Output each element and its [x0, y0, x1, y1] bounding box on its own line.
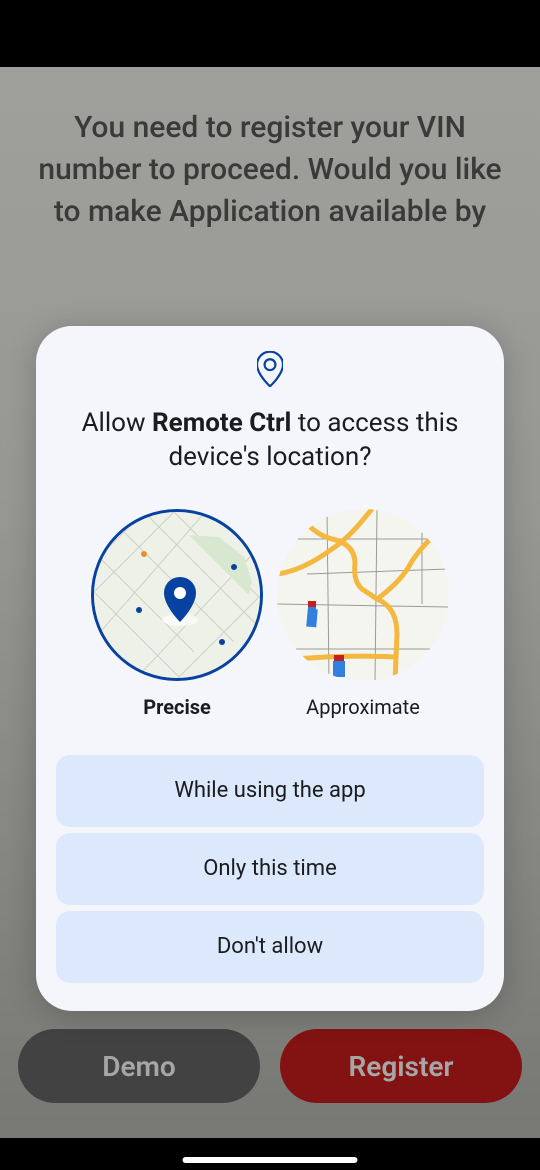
- approximate-option[interactable]: Approximate: [277, 509, 449, 719]
- app-screen: You need to register your VIN number to …: [0, 67, 540, 1138]
- permission-title: Allow Remote Ctrl to access this device'…: [54, 407, 486, 475]
- precise-map-icon: [91, 509, 263, 681]
- only-this-time-button[interactable]: Only this time: [56, 833, 484, 905]
- approximate-map-icon: [277, 509, 449, 681]
- home-indicator[interactable]: [183, 1157, 358, 1163]
- location-permission-modal: Allow Remote Ctrl to access this device'…: [36, 326, 504, 1011]
- precise-option[interactable]: Precise: [91, 509, 263, 719]
- while-using-app-button[interactable]: While using the app: [56, 755, 484, 827]
- dont-allow-button[interactable]: Don't allow: [56, 911, 484, 983]
- permission-buttons: While using the app Only this time Don't…: [54, 755, 486, 983]
- precise-label: Precise: [143, 695, 211, 719]
- location-pin-icon: [54, 351, 486, 387]
- title-pre: Allow: [82, 408, 152, 438]
- approximate-label: Approximate: [306, 695, 420, 719]
- title-app-name: Remote Ctrl: [152, 408, 291, 438]
- location-accuracy-options: Precise: [54, 509, 486, 719]
